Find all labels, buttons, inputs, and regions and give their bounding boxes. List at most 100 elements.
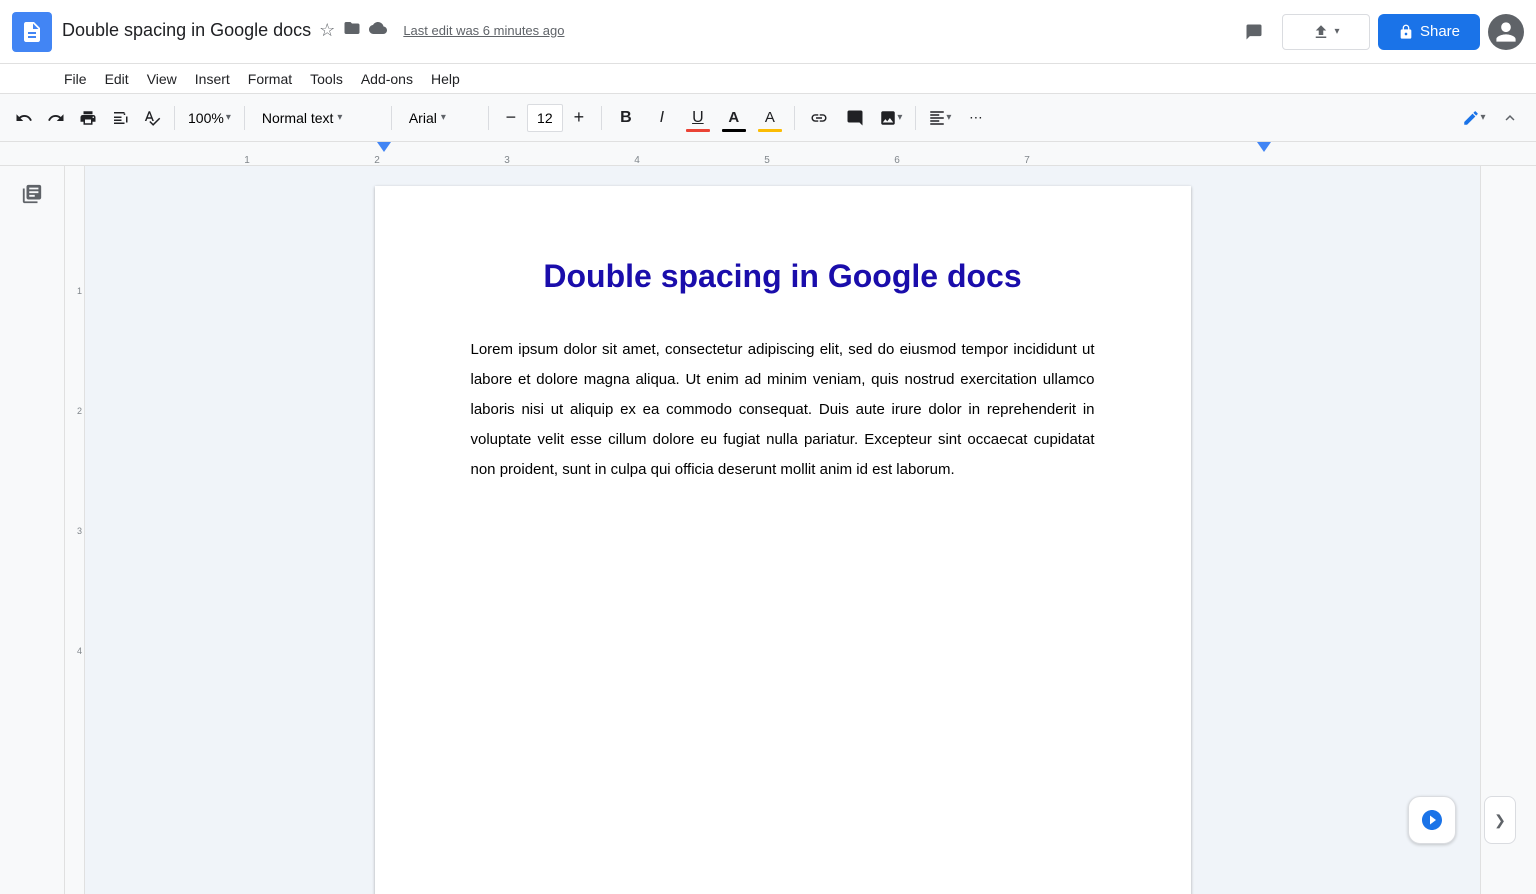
bold-label: B [620, 109, 632, 127]
toggle-icon: ❯ [1494, 812, 1506, 829]
ruler-mark-5: 5 [764, 155, 770, 166]
user-avatar[interactable] [1488, 14, 1524, 50]
style-value: Normal text [262, 110, 334, 126]
highlight-color-bar [758, 129, 782, 132]
bold-button[interactable]: B [610, 102, 642, 134]
font-size-value[interactable]: 12 [527, 104, 563, 132]
document-heading[interactable]: Double spacing in Google docs [471, 258, 1095, 295]
font-selector[interactable]: Arial ▾ [400, 102, 480, 134]
alignment-button[interactable]: ▾ [924, 102, 956, 134]
zoom-chevron: ▾ [226, 112, 231, 123]
v-ruler-mark-4: 4 [77, 646, 82, 656]
ruler-mark-7: 7 [1024, 155, 1030, 166]
zoom-selector[interactable]: 100% ▾ [183, 102, 236, 134]
share-button[interactable]: Share [1378, 14, 1480, 50]
document-outline-button[interactable] [14, 176, 50, 212]
ai-assistant-button[interactable] [1408, 796, 1456, 844]
comments-button[interactable] [1234, 12, 1274, 52]
toolbar: 100% ▾ Normal text ▾ Arial ▾ − 12 + B I … [0, 94, 1536, 142]
menu-row: FileEditViewInsertFormatToolsAdd-onsHelp [0, 64, 1536, 94]
menu-item-help[interactable]: Help [423, 69, 468, 89]
ruler-mark-4: 4 [634, 155, 640, 166]
cloud-save-icon[interactable] [369, 19, 387, 42]
insert-link-button[interactable] [803, 102, 835, 134]
menu-item-format[interactable]: Format [240, 69, 300, 89]
publish-chevron: ▾ [1334, 26, 1339, 37]
font-size-increase[interactable]: + [565, 104, 593, 132]
font-size-decrease[interactable]: − [497, 104, 525, 132]
divider-6 [794, 106, 795, 130]
zoom-value: 100% [188, 110, 224, 126]
menu-item-edit[interactable]: Edit [97, 69, 137, 89]
v-ruler-mark-2: 2 [77, 406, 82, 416]
ruler-mark-1: 1 [244, 155, 250, 166]
ruler-mark-3: 3 [504, 155, 510, 166]
left-sidebar [0, 166, 65, 894]
text-style-selector[interactable]: Normal text ▾ [253, 102, 383, 134]
font-size-control: − 12 + [497, 104, 593, 132]
more-icon: ⋯ [969, 110, 982, 126]
v-ruler-mark-1: 1 [77, 286, 82, 296]
last-edit-text: Last edit was 6 minutes ago [403, 23, 564, 38]
underline-container: U [682, 102, 714, 134]
folder-icon[interactable] [343, 19, 361, 42]
edit-mode-actions: ▾ [1458, 102, 1526, 134]
docs-logo [12, 12, 52, 52]
font-value: Arial [409, 110, 437, 126]
highlight-container: A [754, 102, 786, 134]
paint-format-button[interactable] [106, 102, 134, 134]
edit-mode-button[interactable]: ▾ [1458, 102, 1490, 134]
divider-4 [488, 106, 489, 130]
right-margin-marker[interactable] [1257, 142, 1271, 152]
menu-item-file[interactable]: File [56, 69, 95, 89]
style-chevron: ▾ [337, 112, 342, 123]
left-margin-marker[interactable] [377, 142, 391, 152]
publish-button[interactable]: ▾ [1282, 14, 1370, 50]
star-icon[interactable]: ☆ [319, 20, 335, 41]
menu-item-add-ons[interactable]: Add-ons [353, 69, 421, 89]
alignment-chevron: ▾ [946, 112, 951, 123]
ruler-mark-2: 2 [374, 155, 380, 166]
horizontal-ruler: 1 2 3 4 5 6 7 [0, 142, 1536, 166]
spellcheck-button[interactable] [138, 102, 166, 134]
document-body[interactable]: Lorem ipsum dolor sit amet, consectetur … [471, 335, 1095, 485]
vertical-ruler: 1 2 3 4 [65, 166, 85, 894]
divider-3 [391, 106, 392, 130]
text-color-label: A [728, 109, 739, 126]
menu-item-view[interactable]: View [139, 69, 185, 89]
header-actions: ▾ Share [1234, 12, 1524, 52]
italic-label: I [660, 109, 664, 127]
more-options-button[interactable]: ⋯ [960, 102, 992, 134]
italic-button[interactable]: I [646, 102, 678, 134]
right-sidebar [1480, 166, 1536, 894]
document-title[interactable]: Double spacing in Google docs [62, 20, 311, 41]
undo-button[interactable] [10, 102, 38, 134]
collapse-toolbar-button[interactable] [1494, 102, 1526, 134]
underline-color-bar [686, 129, 710, 132]
top-bar: Double spacing in Google docs ☆ Last edi… [0, 0, 1536, 64]
menu-item-insert[interactable]: Insert [187, 69, 238, 89]
image-chevron: ▾ [897, 112, 902, 123]
text-color-bar [722, 129, 746, 132]
print-button[interactable] [74, 102, 102, 134]
document-page[interactable]: Double spacing in Google docs Lorem ipsu… [375, 186, 1191, 894]
redo-button[interactable] [42, 102, 70, 134]
ruler-inner: 1 2 3 4 5 6 7 [117, 142, 1217, 166]
main-area: 1 2 3 4 Double spacing in Google docs Lo… [0, 166, 1536, 894]
insert-comment-button[interactable] [839, 102, 871, 134]
document-canvas[interactable]: Double spacing in Google docs Lorem ipsu… [85, 166, 1480, 894]
side-panel-toggle[interactable]: ❯ [1484, 796, 1516, 844]
divider-1 [174, 106, 175, 130]
title-area: Double spacing in Google docs ☆ Last edi… [62, 19, 1214, 44]
divider-2 [244, 106, 245, 130]
menu-item-tools[interactable]: Tools [302, 69, 351, 89]
highlight-label: A [765, 109, 775, 126]
ruler-mark-6: 6 [894, 155, 900, 166]
text-color-container: A [718, 102, 750, 134]
font-chevron: ▾ [441, 112, 446, 123]
doc-title-row: Double spacing in Google docs ☆ Last edi… [62, 19, 1214, 42]
v-ruler-mark-3: 3 [77, 526, 82, 536]
underline-label: U [692, 109, 704, 127]
insert-image-button[interactable]: ▾ [875, 102, 907, 134]
divider-5 [601, 106, 602, 130]
